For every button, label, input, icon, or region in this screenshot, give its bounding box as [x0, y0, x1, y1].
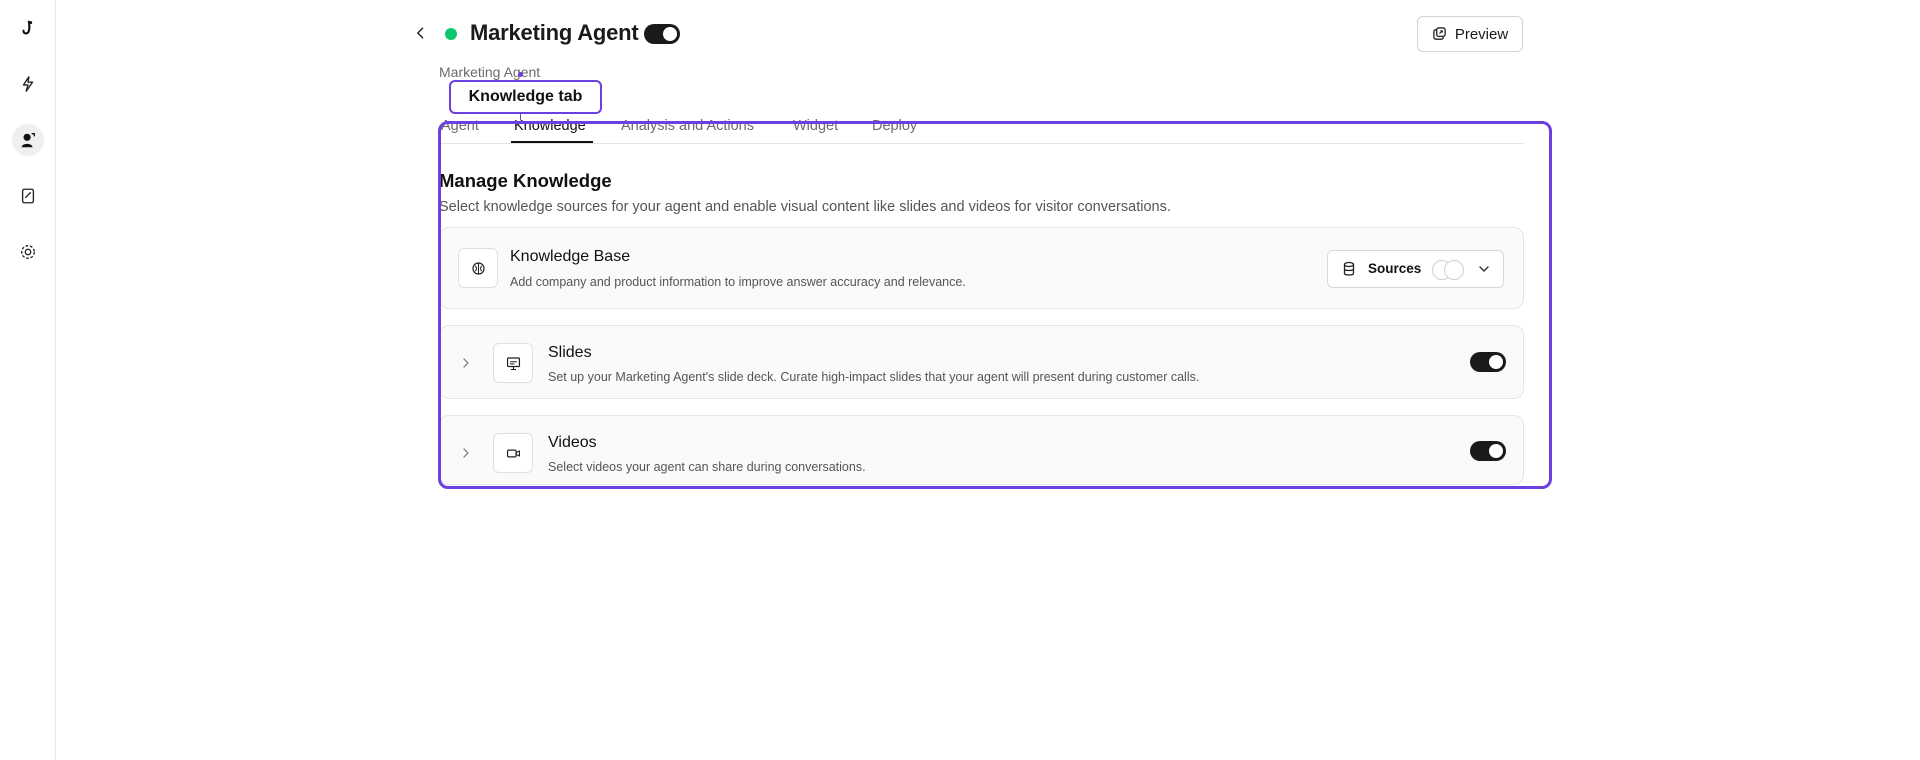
- logo-icon[interactable]: [12, 12, 44, 44]
- knowledge-base-description: Add company and product information to i…: [510, 275, 966, 289]
- back-button[interactable]: [410, 22, 432, 44]
- tab-widget[interactable]: Widget: [793, 118, 838, 134]
- knowledge-base-card: Knowledge Base Add company and product i…: [439, 227, 1524, 309]
- preview-icon: [1433, 26, 1446, 40]
- agent-icon[interactable]: [12, 124, 44, 156]
- tab-knowledge[interactable]: Knowledge: [514, 118, 586, 134]
- section-description: Select knowledge sources for your agent …: [439, 199, 1171, 215]
- agent-active-toggle[interactable]: [644, 24, 680, 44]
- tooltip-stem: [520, 114, 521, 120]
- chevron-left-icon: [417, 27, 424, 39]
- section-title: Manage Knowledge: [439, 170, 612, 191]
- videos-title: Videos: [548, 434, 597, 451]
- videos-description: Select videos your agent can share durin…: [548, 460, 866, 474]
- database-icon: [1343, 261, 1355, 276]
- tab-agent[interactable]: Agent: [441, 118, 479, 134]
- flash-icon[interactable]: [12, 68, 44, 100]
- knowledge-base-title: Knowledge Base: [510, 248, 631, 265]
- tooltip-anchor: [518, 72, 523, 77]
- videos-toggle[interactable]: [1470, 441, 1506, 461]
- source-avatars: [1432, 260, 1466, 280]
- chevron-down-icon: [1479, 266, 1489, 272]
- videos-card: Videos Select videos your agent can shar…: [439, 415, 1524, 485]
- slides-toggle[interactable]: [1470, 352, 1506, 372]
- sources-label: Sources: [1368, 261, 1422, 276]
- page-title: Marketing Agent: [470, 20, 639, 45]
- knowledge-icon[interactable]: [12, 180, 44, 212]
- status-indicator: [445, 28, 457, 40]
- chevron-right-icon: [463, 358, 469, 368]
- breadcrumb: Marketing Agent: [439, 64, 541, 80]
- source-avatar-icon: [1444, 260, 1464, 280]
- presentation-icon: [493, 343, 533, 383]
- sidebar-rail: [0, 0, 56, 760]
- slides-card: Slides Set up your Marketing Agent's sli…: [439, 325, 1524, 399]
- chevron-right-icon: [463, 448, 469, 458]
- active-tab-indicator: [511, 141, 593, 143]
- tab-deploy[interactable]: Deploy: [872, 118, 917, 134]
- expand-slides-button[interactable]: [457, 354, 475, 372]
- sources-dropdown[interactable]: Sources: [1327, 250, 1504, 288]
- gear-icon[interactable]: [12, 236, 44, 268]
- slides-title: Slides: [548, 344, 592, 361]
- video-camera-icon: [493, 433, 533, 473]
- brain-icon: [458, 248, 498, 288]
- preview-button[interactable]: Preview: [1417, 16, 1523, 52]
- expand-videos-button[interactable]: [457, 444, 475, 462]
- slides-description: Set up your Marketing Agent's slide deck…: [548, 370, 1200, 384]
- tab-bar: Agent Knowledge Analysis and Actions Wid…: [439, 116, 1524, 144]
- tab-analysis-and-actions[interactable]: Analysis and Actions: [621, 118, 754, 134]
- tooltip: Knowledge tab: [449, 80, 602, 114]
- preview-button-label: Preview: [1454, 25, 1509, 43]
